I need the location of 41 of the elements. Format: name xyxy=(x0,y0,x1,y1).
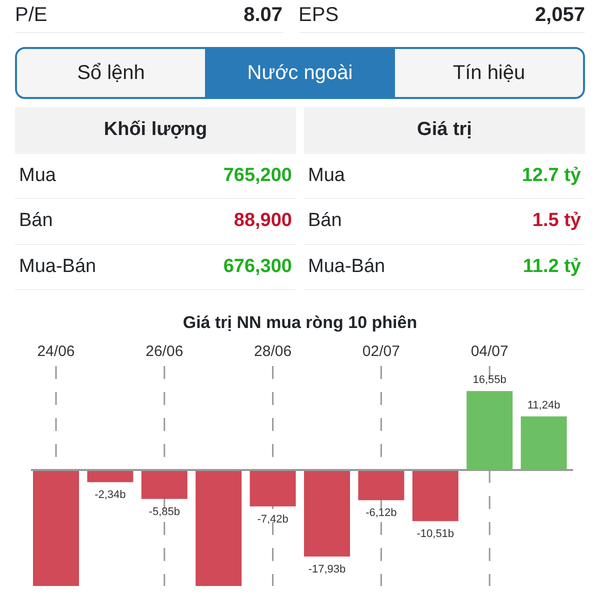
table-header: Khối lượng xyxy=(15,107,296,154)
stat-value: 8.07 xyxy=(244,3,283,28)
axis-label: 02/07 xyxy=(362,342,400,360)
axis-label: 04/07 xyxy=(470,342,508,360)
axis-label: 26/06 xyxy=(146,342,184,360)
table-header: Giá trị xyxy=(304,107,585,154)
bar xyxy=(87,470,134,482)
bar xyxy=(358,470,404,500)
stat-value: 2,057 xyxy=(534,3,585,28)
row-label: Mua-Bán xyxy=(19,254,96,278)
segment-tab[interactable]: Tín hiệu xyxy=(394,49,583,97)
row-label: Mua xyxy=(19,164,56,188)
value-label: -6,12b xyxy=(366,506,397,519)
row-label: Bán xyxy=(19,209,53,233)
value-label: -7,42b xyxy=(257,512,288,525)
bar xyxy=(520,416,567,470)
value-label: -10,51b xyxy=(416,528,454,540)
axis-label: 28/06 xyxy=(254,342,292,360)
row-value: 88,900 xyxy=(234,209,292,233)
value-label: -2,34b xyxy=(94,488,126,501)
row-label: Bán xyxy=(308,209,342,233)
row-value: 1.5 tỷ xyxy=(532,209,581,233)
segment-tab[interactable]: Nước ngoài xyxy=(205,49,394,97)
row-value: 765,200 xyxy=(223,164,292,188)
bar xyxy=(250,470,296,506)
row-label: Mua-Bán xyxy=(308,254,386,278)
value-label: 16,55b xyxy=(472,374,506,386)
value-label: 11,24b xyxy=(527,398,560,411)
chart-title: Giá trị NN mua ròng 10 phiên xyxy=(182,312,418,334)
row-label: Mua xyxy=(308,164,345,188)
stat-label: P/E xyxy=(15,3,48,28)
row-value: 12.7 tỷ xyxy=(522,164,581,188)
row-value: 11.2 tỷ xyxy=(522,254,581,278)
value-label: -5,85b xyxy=(148,505,180,518)
axis-label: 24/06 xyxy=(37,342,75,360)
segment-tab[interactable]: Sổ lệnh xyxy=(17,49,205,97)
value-label: -17,93b xyxy=(308,563,346,576)
bar xyxy=(412,470,458,521)
stat-label: EPS xyxy=(298,3,339,28)
bar xyxy=(141,470,188,498)
row-value: 676,300 xyxy=(223,254,292,278)
